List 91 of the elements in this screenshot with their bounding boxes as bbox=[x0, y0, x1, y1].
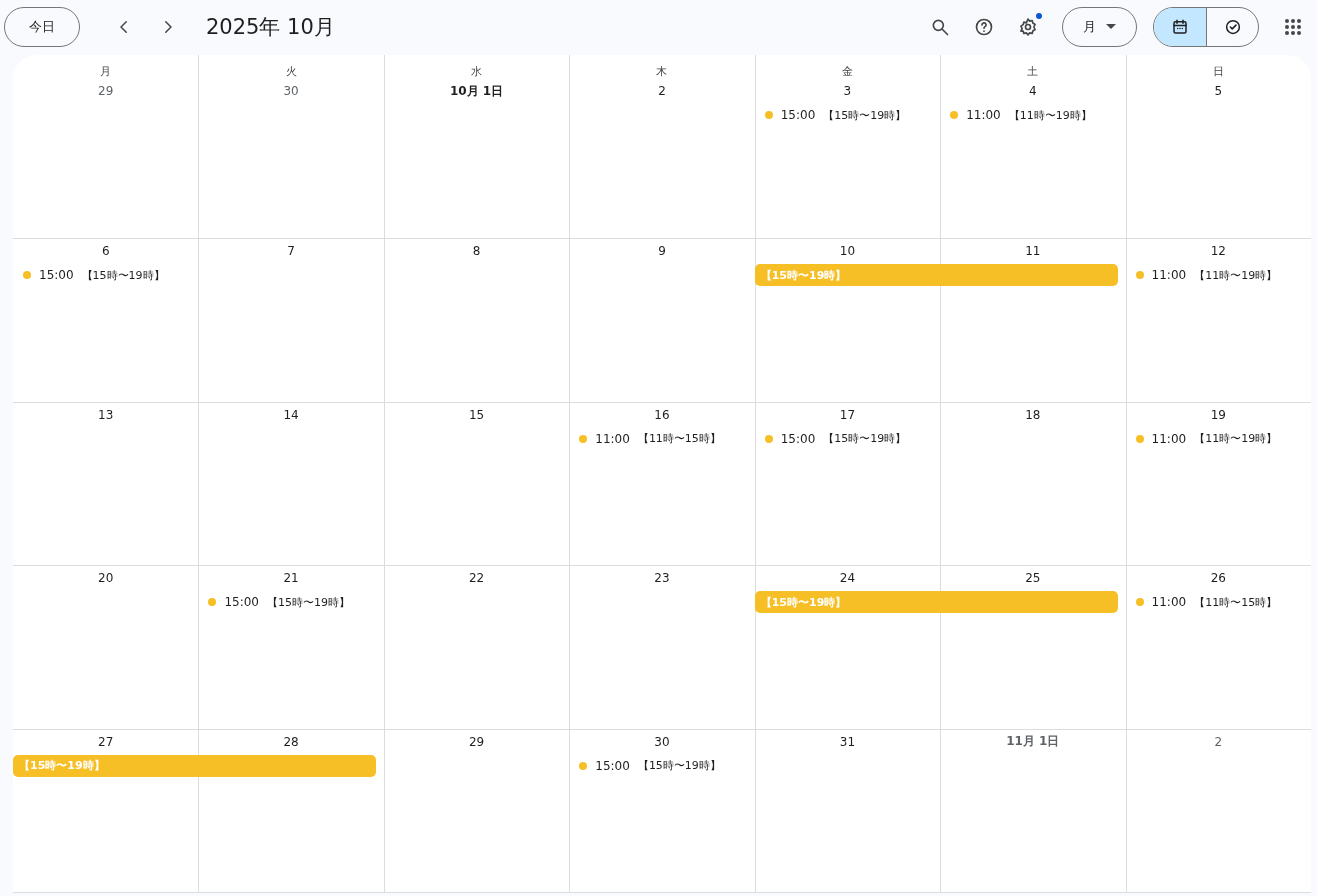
event-item[interactable]: 11:00 【11時〜15時】 bbox=[1125, 590, 1311, 614]
date-label[interactable]: 10 bbox=[839, 244, 856, 258]
date-label[interactable]: 5 bbox=[1214, 84, 1223, 98]
event-item[interactable]: 11:00 【11時〜19時】 bbox=[1125, 426, 1311, 451]
date-label[interactable]: 2 bbox=[658, 84, 666, 98]
date-label[interactable]: 21 bbox=[283, 571, 299, 585]
event-item[interactable]: 11:00 【11時〜15時】 bbox=[569, 426, 755, 451]
date-label[interactable]: 8 bbox=[472, 244, 481, 258]
calendar-view-button[interactable] bbox=[1154, 8, 1206, 46]
date-label[interactable]: 6 bbox=[101, 244, 110, 258]
date-label[interactable]: 17 bbox=[839, 407, 856, 422]
check-circle-icon bbox=[1223, 18, 1242, 36]
date-label[interactable]: 30 bbox=[654, 734, 670, 749]
event-dot bbox=[764, 111, 773, 119]
event-dot bbox=[208, 598, 217, 606]
event-title: 【11時〜15時】 bbox=[637, 431, 721, 446]
date-label[interactable]: 19 bbox=[1210, 407, 1226, 422]
weekday-label: 日 bbox=[1212, 64, 1224, 79]
date-label[interactable]: 11月 1日 bbox=[1006, 733, 1060, 750]
event-time: 15:00 bbox=[224, 595, 259, 609]
event-time: 15:00 bbox=[780, 108, 816, 122]
date-label[interactable]: 12 bbox=[1210, 244, 1226, 258]
date-label[interactable]: 10月 1日 bbox=[449, 82, 504, 100]
date-label[interactable]: 4 bbox=[1029, 84, 1037, 98]
weekday-label: 土 bbox=[1027, 64, 1039, 79]
date-label[interactable]: 26 bbox=[1210, 571, 1226, 585]
event-item[interactable]: 15:00 【15時〜19時】 bbox=[569, 753, 755, 778]
event-time: 15:00 bbox=[595, 758, 630, 773]
event-dot bbox=[23, 271, 31, 279]
date-label[interactable]: 11 bbox=[1025, 244, 1041, 258]
date-label[interactable]: 30 bbox=[283, 84, 299, 98]
date-label[interactable]: 23 bbox=[654, 571, 670, 585]
date-label[interactable]: 14 bbox=[283, 407, 299, 422]
weekday-label: 水 bbox=[471, 64, 483, 79]
event-dot bbox=[579, 761, 588, 770]
event-item[interactable]: 15:00 【15時〜19時】 bbox=[754, 426, 941, 451]
event-dot bbox=[1135, 598, 1144, 606]
date-label[interactable]: 7 bbox=[287, 244, 295, 258]
event-time: 11:00 bbox=[1151, 595, 1187, 609]
event-item[interactable]: 15:00 【15時〜19時】 bbox=[198, 590, 384, 614]
date-label[interactable]: 28 bbox=[283, 734, 299, 749]
date-label[interactable]: 24 bbox=[839, 571, 856, 585]
date-label[interactable]: 27 bbox=[98, 734, 114, 749]
grid-icon bbox=[1284, 18, 1302, 36]
weekday-label: 金 bbox=[841, 64, 853, 79]
calendar-icon bbox=[1171, 18, 1189, 36]
weekday-label: 月 bbox=[100, 64, 112, 79]
event-title: 【11時〜19時】 bbox=[1008, 107, 1092, 123]
date-label[interactable]: 22 bbox=[468, 571, 485, 585]
event-title: 【15時〜19時】 bbox=[81, 267, 165, 283]
event-item[interactable]: 15:00 【15時〜19時】 bbox=[13, 263, 199, 287]
event-title: 【11時〜19時】 bbox=[1194, 267, 1278, 283]
event-time: 11:00 bbox=[1151, 268, 1187, 282]
event-item[interactable]: 11:00 【11時〜19時】 bbox=[940, 103, 1126, 127]
event-title: 【15時〜19時】 bbox=[637, 758, 721, 773]
event-dot bbox=[950, 111, 959, 119]
date-label[interactable]: 31 bbox=[839, 734, 856, 749]
event-title: 【15時〜19時】 bbox=[823, 431, 907, 446]
weekday-label: 火 bbox=[285, 64, 297, 79]
search-icon bbox=[930, 17, 950, 37]
weekday-label: 木 bbox=[656, 64, 668, 79]
date-label[interactable]: 29 bbox=[468, 734, 485, 749]
event-dot bbox=[764, 434, 773, 443]
date-label[interactable]: 13 bbox=[98, 407, 114, 422]
event-dot bbox=[579, 434, 588, 443]
event-title: 【11時〜19時】 bbox=[1194, 431, 1278, 446]
date-label[interactable]: 15 bbox=[468, 407, 485, 422]
event-item[interactable]: 11:00 【11時〜19時】 bbox=[1125, 263, 1311, 287]
date-label[interactable]: 18 bbox=[1025, 407, 1041, 422]
help-icon bbox=[974, 17, 994, 37]
date-label[interactable]: 2 bbox=[1214, 734, 1223, 749]
event-dot bbox=[1135, 271, 1144, 279]
settings-icon bbox=[1018, 17, 1038, 37]
date-label[interactable]: 3 bbox=[843, 84, 852, 98]
event-time: 11:00 bbox=[1151, 431, 1187, 446]
event-time: 11:00 bbox=[966, 108, 1001, 122]
event-time: 11:00 bbox=[595, 431, 630, 446]
event-time: 15:00 bbox=[780, 431, 816, 446]
event-title: 【15時〜19時】 bbox=[267, 594, 350, 610]
date-label[interactable]: 25 bbox=[1025, 571, 1041, 585]
event-time: 15:00 bbox=[39, 268, 74, 282]
date-label[interactable]: 16 bbox=[654, 407, 670, 422]
event-dot bbox=[1135, 434, 1144, 443]
date-label[interactable]: 20 bbox=[98, 571, 114, 585]
caret-icon bbox=[1106, 24, 1116, 30]
date-label[interactable]: 9 bbox=[658, 244, 666, 258]
event-title: 【15時〜19時】 bbox=[823, 107, 907, 123]
event-item[interactable]: 15:00 【15時〜19時】 bbox=[754, 103, 941, 127]
month-title: 2025年 10月 bbox=[206, 14, 335, 41]
event-title: 【11時〜15時】 bbox=[1194, 594, 1278, 610]
date-label[interactable]: 29 bbox=[98, 84, 114, 98]
